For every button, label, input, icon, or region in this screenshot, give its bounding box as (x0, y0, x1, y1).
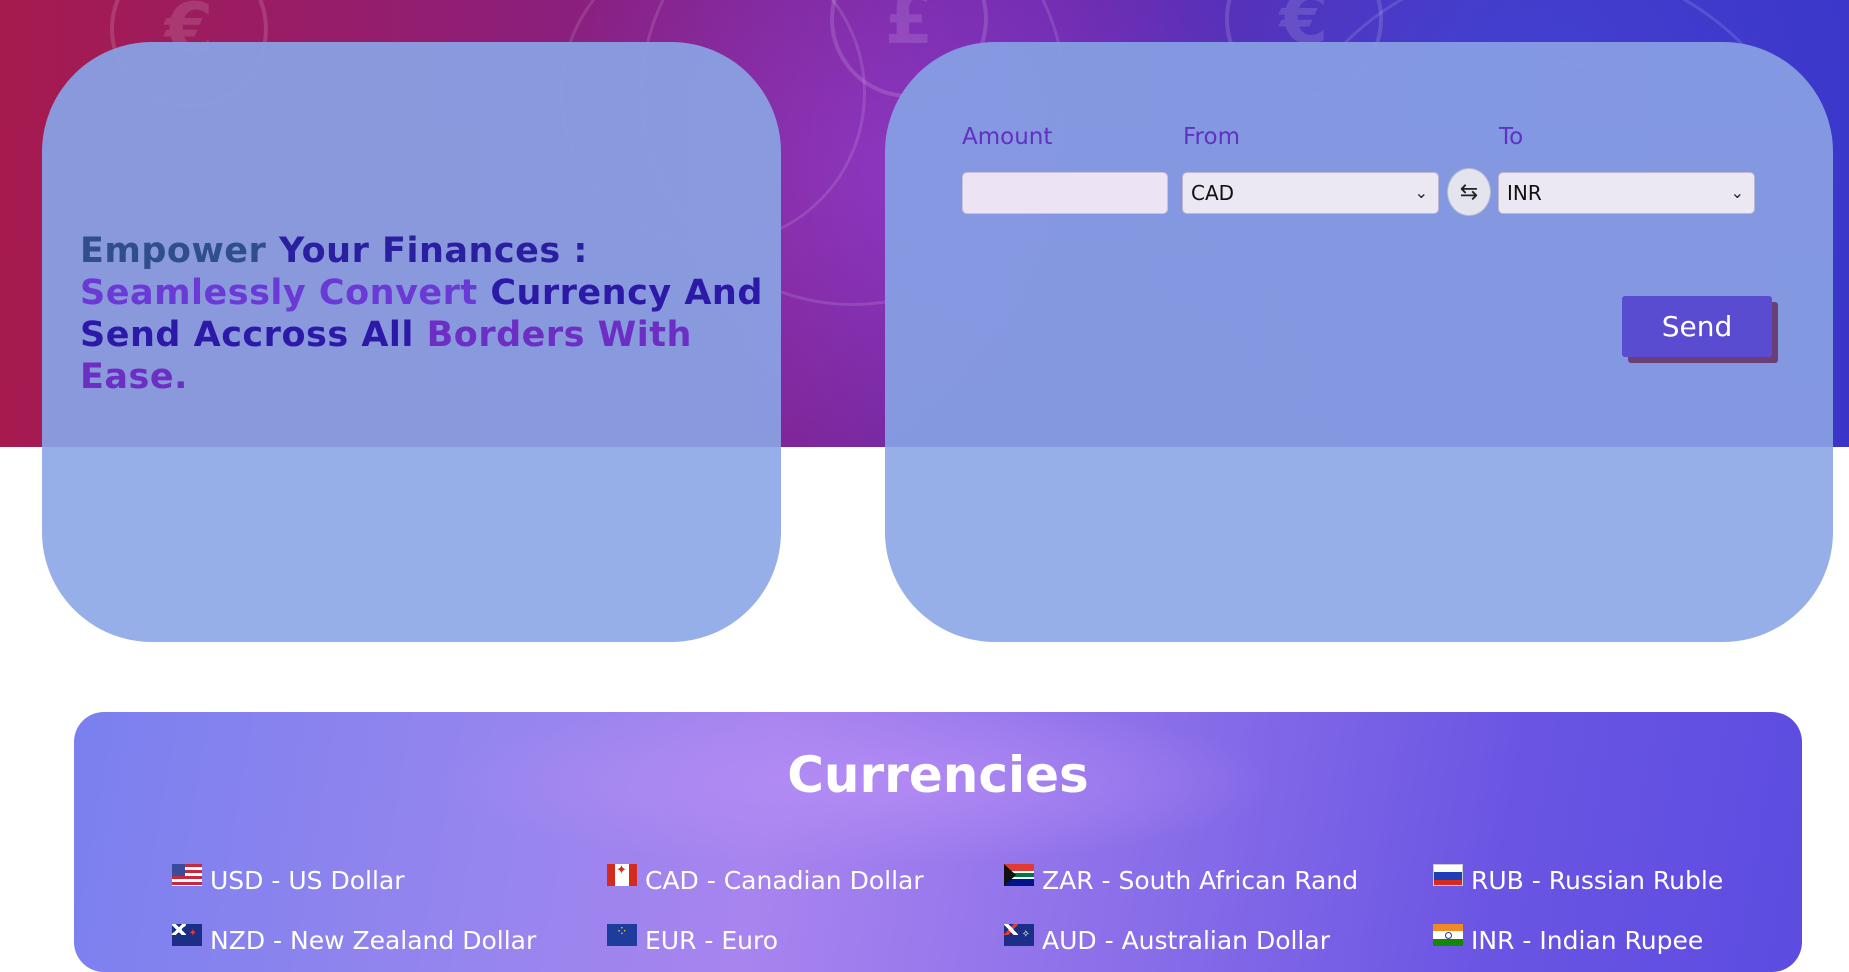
currency-item: INR - Indian Rupee (1433, 923, 1704, 955)
to-currency-value: INR (1507, 181, 1542, 205)
to-currency-select[interactable]: INR ⌄ (1498, 172, 1755, 214)
from-currency-select[interactable]: CAD ⌄ (1182, 172, 1439, 214)
currency-item: EUR - Euro (607, 923, 779, 955)
chevron-down-icon: ⌄ (1730, 183, 1744, 202)
swap-currencies-button[interactable]: ⇆ (1447, 168, 1491, 216)
from-label: From (1183, 124, 1240, 150)
currency-item: NZD - New Zealand Dollar (172, 923, 537, 955)
canada-flag-icon (607, 863, 637, 886)
send-button[interactable]: Send (1622, 296, 1772, 357)
headline-part: Empower (80, 231, 267, 271)
currency-item: RUB - Russian Ruble (1433, 863, 1724, 895)
new-zealand-flag-icon (172, 923, 202, 946)
currency-label: AUD - Australian Dollar (1042, 926, 1330, 955)
hero-headline: Empower Your Finances : Seamlessly Conve… (80, 230, 780, 398)
currency-item: CAD - Canadian Dollar (607, 863, 924, 895)
from-currency-value: CAD (1191, 181, 1235, 205)
currency-label: NZD - New Zealand Dollar (210, 926, 537, 955)
currency-item: USD - US Dollar (172, 863, 405, 895)
currency-label: INR - Indian Rupee (1471, 926, 1704, 955)
eu-flag-icon (607, 923, 637, 946)
russia-flag-icon (1433, 863, 1463, 886)
to-label: To (1499, 124, 1524, 150)
headline-part: Your Finances : (279, 231, 588, 271)
australia-flag-icon (1004, 923, 1034, 946)
currency-label: EUR - Euro (645, 926, 779, 955)
us-flag-icon (172, 863, 202, 886)
currency-item: ZAR - South African Rand (1004, 863, 1359, 895)
india-flag-icon (1433, 923, 1463, 946)
currencies-title: Currencies (787, 746, 1089, 804)
currency-item: AUD - Australian Dollar (1004, 923, 1330, 955)
south-africa-flag-icon (1004, 863, 1034, 886)
currency-label: RUB - Russian Ruble (1471, 866, 1724, 895)
currency-label: USD - US Dollar (210, 866, 405, 895)
amount-input[interactable] (962, 172, 1168, 214)
currencies-panel: Currencies USD - US Dollar CAD - Canadia… (74, 712, 1802, 972)
currency-label: CAD - Canadian Dollar (645, 866, 924, 895)
headline-part: Seamlessly Convert (80, 273, 478, 313)
amount-label: Amount (962, 124, 1053, 150)
chevron-down-icon: ⌄ (1414, 183, 1428, 202)
swap-arrows-icon: ⇆ (1459, 179, 1479, 205)
currency-label: ZAR - South African Rand (1042, 866, 1359, 895)
